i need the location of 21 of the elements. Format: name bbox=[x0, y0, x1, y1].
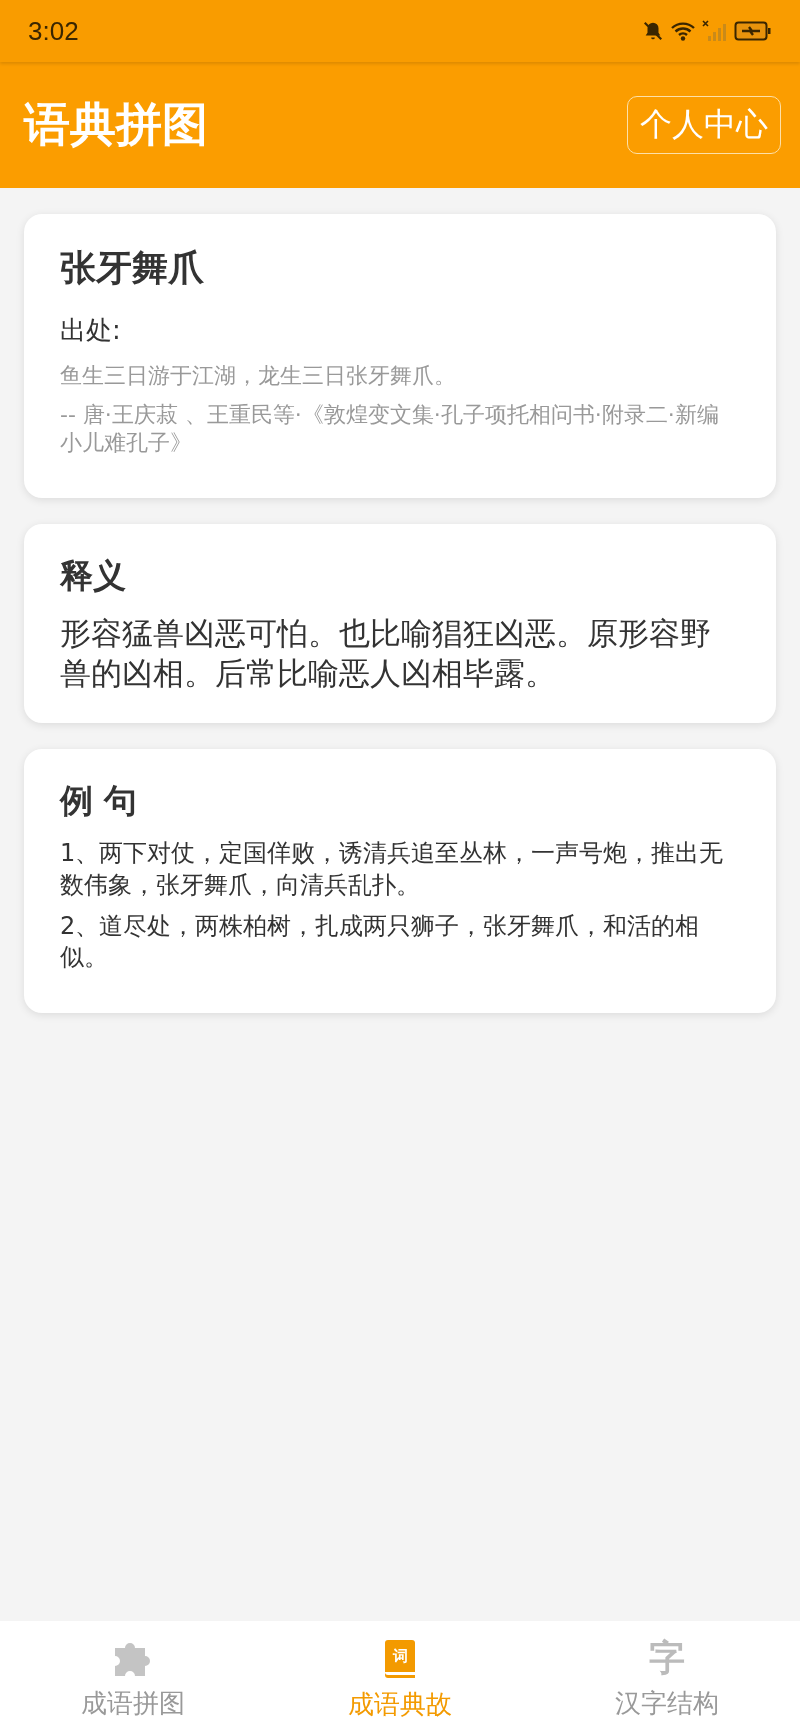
meaning-text: 形容猛兽凶恶可怕。也比喻猖狂凶恶。原形容野兽的凶相。后常比喻恶人凶相毕露。 bbox=[60, 613, 712, 694]
battery-charging-icon bbox=[734, 20, 772, 42]
source-label: 出处: bbox=[60, 314, 122, 347]
meaning-title: 释义 bbox=[60, 554, 127, 597]
bell-muted-icon bbox=[642, 20, 664, 42]
book-icon: 词 bbox=[385, 1640, 415, 1675]
example-sentence: 2、道尽处，两株柏树，扎成两只狮子，张牙舞爪，和活的相似。 bbox=[60, 910, 701, 973]
profile-button[interactable]: 个人中心 bbox=[627, 96, 781, 154]
example-sentence: 1、两下对仗，定国佯败，诱清兵追至丛林，一声号炮，推出无数伟象，张牙舞爪，向清兵乱扑。 bbox=[60, 838, 725, 901]
character-icon: 字 bbox=[648, 1633, 685, 1682]
source-quote: 鱼生三日游于江湖，龙生三日张牙舞爪。 bbox=[60, 362, 457, 390]
nav-tab[interactable]: 字 汉字结构 bbox=[533, 1621, 800, 1733]
nav-tab[interactable]: 成语拼图 bbox=[0, 1621, 267, 1733]
status-time: 3:02 bbox=[28, 15, 79, 47]
signal-icon bbox=[702, 20, 728, 42]
app-title: 语典拼图 bbox=[24, 96, 208, 153]
examples-title: 例 句 bbox=[60, 780, 139, 823]
source-citation: -- 唐·王庆菽 、王重民等·《敦煌变文集·孔子项托相问书·附录二·新编小儿难孔子》 bbox=[60, 400, 720, 458]
nav-tab[interactable]: 词 成语典故 bbox=[266, 1621, 534, 1733]
idiom-title: 张牙舞爪 bbox=[60, 246, 205, 290]
wifi-icon bbox=[670, 20, 696, 42]
